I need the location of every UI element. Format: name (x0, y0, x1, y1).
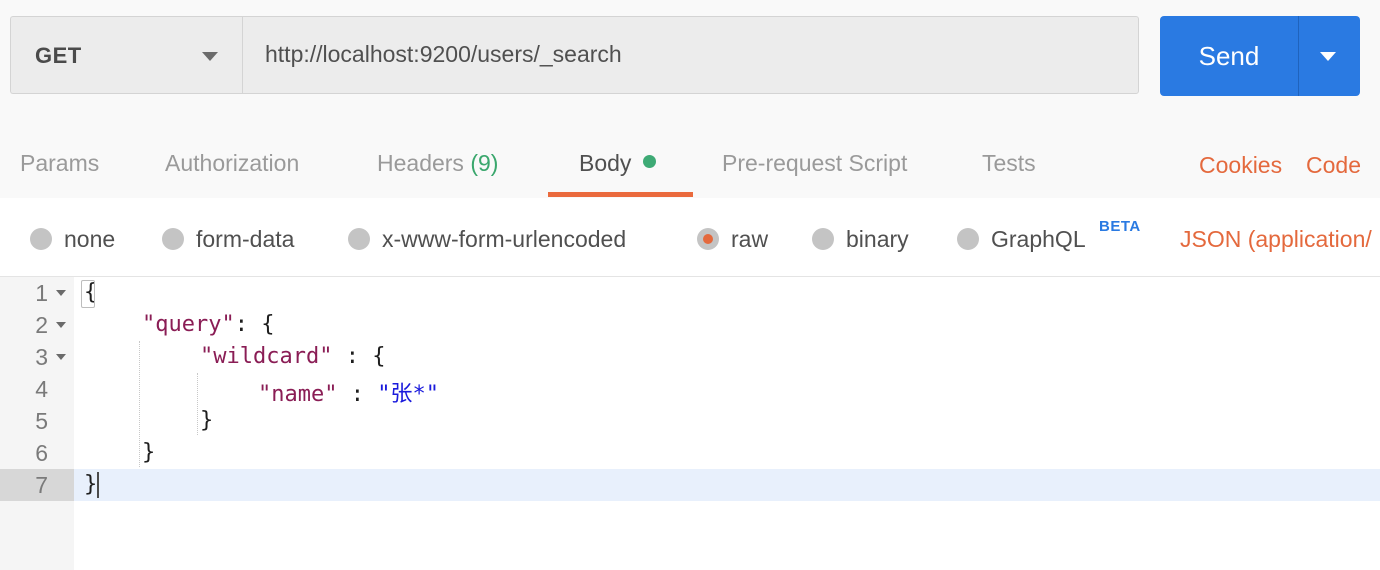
send-label[interactable]: Send (1160, 41, 1298, 72)
line-number-cell: 3 (0, 341, 74, 373)
code-text: } (84, 472, 98, 497)
radio-icon[interactable] (30, 228, 52, 250)
tab-tests[interactable]: Tests (982, 150, 1036, 177)
code-editor[interactable]: 1 { 2 "query": { 3 "wildcard" : { 4 "nam… (0, 277, 1380, 570)
json-punct: : { (332, 344, 386, 369)
code-line[interactable]: 2 "query": { (0, 309, 1380, 341)
radio-icon[interactable] (812, 228, 834, 250)
tab-pre-request-script[interactable]: Pre-request Script (722, 150, 907, 177)
tab-params[interactable]: Params (20, 150, 99, 177)
line-number: 6 (35, 440, 48, 466)
line-number-cell: 4 (0, 373, 74, 405)
line-number: 5 (35, 408, 48, 434)
tab-headers-label: Headers (377, 150, 464, 176)
code-text: } (200, 408, 214, 433)
radio-icon[interactable] (162, 228, 184, 250)
text-cursor (97, 472, 99, 498)
line-number: 4 (35, 376, 48, 402)
request-tabs: Params Authorization Headers (9) Body Pr… (0, 116, 1380, 198)
code-line[interactable]: 6 } (0, 437, 1380, 469)
url-input[interactable]: http://localhost:9200/users/_search (242, 16, 1139, 94)
method-dropdown[interactable]: GET (10, 16, 242, 94)
line-number: 1 (35, 280, 48, 306)
code-text: "name" : "张*" (258, 376, 439, 408)
code-line[interactable]: 1 { (0, 277, 1380, 309)
send-options-chevron-icon[interactable] (1320, 52, 1336, 61)
tab-body-label: Body (579, 150, 632, 176)
line-number-cell: 1 (0, 277, 74, 309)
radio-checked-icon[interactable] (697, 228, 719, 250)
beta-badge: BETA (1099, 218, 1141, 235)
code-line-active[interactable]: 7 } (0, 469, 1380, 501)
send-button[interactable]: Send (1160, 16, 1360, 96)
radio-icon[interactable] (348, 228, 370, 250)
line-number-cell: 5 (0, 405, 74, 437)
line-number: 2 (35, 312, 48, 338)
code-line[interactable]: 4 "name" : "张*" (0, 373, 1380, 408)
headers-count-badge: (9) (470, 150, 499, 176)
line-number: 3 (35, 344, 48, 370)
json-key: "query" (142, 312, 235, 337)
line-number-cell: 7 (0, 469, 74, 501)
json-key: "wildcard" (200, 344, 333, 369)
status-dot-icon (643, 155, 657, 168)
code-text: "wildcard" : { (200, 344, 385, 369)
json-punct: : (337, 382, 378, 407)
code-line[interactable]: 5 } (0, 405, 1380, 437)
cookies-link[interactable]: Cookies (1199, 152, 1282, 179)
json-string: "张*" (377, 382, 439, 407)
tab-headers[interactable]: Headers (9) (377, 150, 498, 177)
body-type-options: none form-data x-www-form-urlencoded raw… (0, 198, 1380, 277)
fold-arrow-icon[interactable] (56, 322, 66, 328)
fold-arrow-icon[interactable] (56, 354, 66, 360)
url-text[interactable]: http://localhost:9200/users/_search (265, 41, 622, 68)
code-line[interactable]: 3 "wildcard" : { (0, 341, 1380, 373)
code-text: "query": { (142, 312, 274, 337)
option-label: form-data (196, 226, 295, 252)
tab-authorization[interactable]: Authorization (165, 150, 299, 177)
request-bar: GET http://localhost:9200/users/_search … (0, 0, 1380, 116)
method-label: GET (35, 43, 82, 68)
json-key: "name" (258, 382, 338, 407)
json-punct: : { (234, 312, 275, 337)
content-type-dropdown[interactable]: JSON (application/ (1180, 226, 1372, 253)
radio-icon[interactable] (957, 228, 979, 250)
bracket-match-highlight (81, 280, 95, 308)
code-link[interactable]: Code (1306, 152, 1361, 179)
active-tab-indicator (548, 192, 693, 197)
send-divider (1298, 16, 1299, 96)
fold-arrow-icon[interactable] (56, 290, 66, 296)
option-label: raw (731, 226, 769, 252)
tab-body[interactable]: Body (579, 150, 657, 177)
option-label: none (64, 226, 116, 252)
line-number-cell: 6 (0, 437, 74, 469)
chevron-down-icon[interactable] (202, 52, 218, 61)
code-text: } (142, 440, 156, 465)
line-number-cell: 2 (0, 309, 74, 341)
option-label: GraphQL (991, 226, 1086, 252)
option-label: binary (846, 226, 909, 252)
option-label: x-www-form-urlencoded (382, 226, 627, 252)
line-number: 7 (35, 472, 48, 498)
